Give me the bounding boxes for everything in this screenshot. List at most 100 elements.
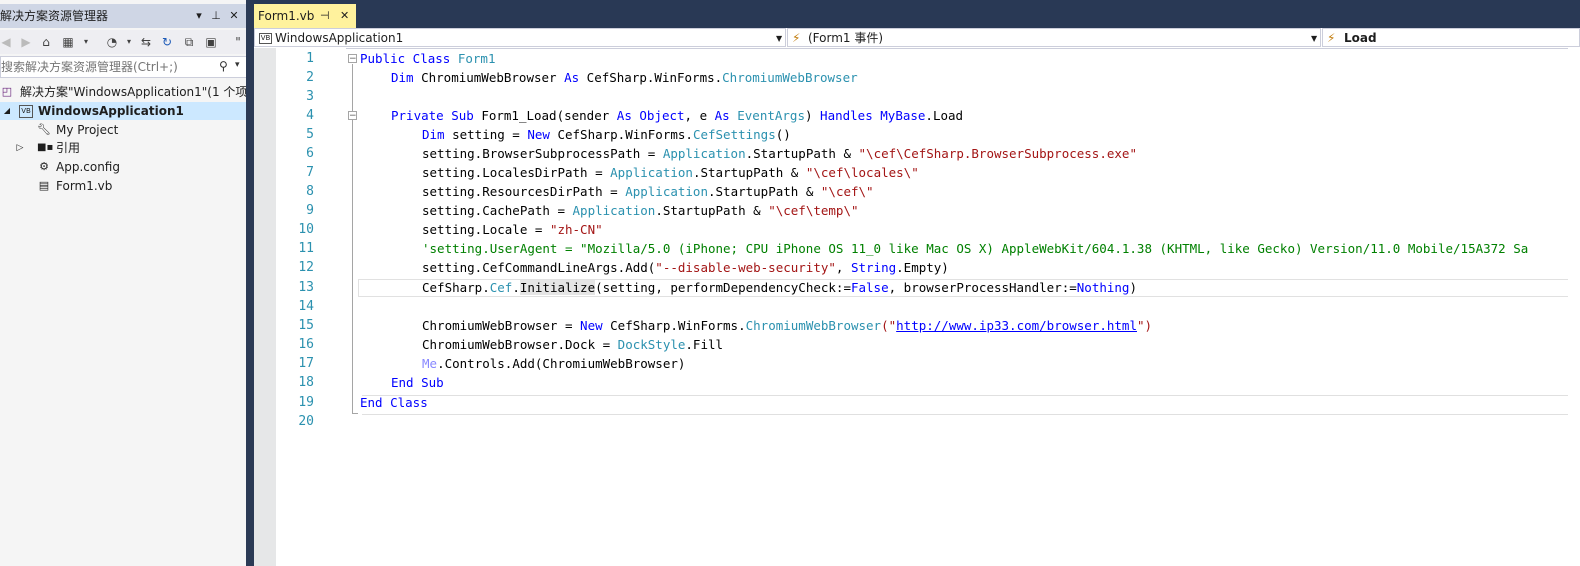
collapsed-arrow-icon[interactable]: ▷ xyxy=(13,141,27,155)
tree-item-form1[interactable]: ▤ Form1.vb xyxy=(0,177,247,195)
toolbar-overflow-icon[interactable]: " xyxy=(230,34,246,50)
line-number: 6 xyxy=(306,146,314,161)
code-token: CefSettings xyxy=(692,127,776,142)
tree-item-label: My Project xyxy=(56,123,119,137)
code-line-13[interactable]: CefSharp.Cef.Initialize(setting, perform… xyxy=(422,278,1137,297)
chevron-down-icon[interactable]: ▼ xyxy=(1311,29,1317,46)
editor-right-edge xyxy=(1568,48,1580,566)
home-icon[interactable]: ⌂ xyxy=(38,34,54,50)
solution-explorer-toolbar: ◀ ▶ ⌂ ▦ ▾ ◔ ▾ ⇆ ↻ ⧉ ▣ " xyxy=(0,30,247,54)
navigation-bar: VB WindowsApplication1 ▼ ⚡︎ (Form1 事件) ▼… xyxy=(254,28,1580,49)
solution-explorer-panel: 解决方案资源管理器 ▾ ⊥ ✕ ◀ ▶ ⌂ ▦ ▾ ◔ ▾ ⇆ ↻ ⧉ ▣ " … xyxy=(0,0,247,566)
search-input[interactable] xyxy=(1,57,211,77)
panel-pin-icon[interactable]: ⊥ xyxy=(209,8,223,24)
tab-label: Form1.vb xyxy=(258,9,315,23)
code-line-6[interactable]: setting.BrowserSubprocessPath = Applicat… xyxy=(422,144,1137,163)
code-line-10[interactable]: setting.Locale = "zh-CN" xyxy=(422,220,603,239)
line-number: 14 xyxy=(298,299,314,314)
show-all-files-icon[interactable]: ▣ xyxy=(203,34,219,50)
code-url-link[interactable]: http://www.ip33.com/browser.html xyxy=(896,318,1137,333)
code-line-7[interactable]: setting.LocalesDirPath = Application.Sta… xyxy=(422,163,919,182)
panel-dropdown-icon[interactable]: ▾ xyxy=(192,8,206,24)
code-line-1[interactable]: Public Class Form1 xyxy=(360,49,495,68)
solution-explorer-search-box[interactable]: ⚲ ▾ xyxy=(0,56,247,78)
panel-splitter[interactable] xyxy=(246,0,254,566)
code-line-17[interactable]: Me.Controls.Add(ChromiumWebBrowser) xyxy=(422,354,685,373)
code-token: Form1 xyxy=(457,51,496,66)
line-number: 12 xyxy=(298,260,314,275)
solution-explorer-title: 解决方案资源管理器 xyxy=(0,9,109,23)
code-token: Handles xyxy=(820,108,873,123)
filter-dropdown-icon[interactable]: ▾ xyxy=(121,34,137,50)
code-token: As xyxy=(616,108,632,123)
switch-views-dropdown-icon[interactable]: ▾ xyxy=(78,34,94,50)
code-token: Form1_Load(sender xyxy=(473,108,617,123)
code-token: setting = xyxy=(444,127,528,142)
code-line-5[interactable]: Dim setting = New CefSharp.WinForms.CefS… xyxy=(422,125,791,144)
code-token: End Sub xyxy=(391,375,444,390)
object-dropdown[interactable]: ⚡︎ (Form1 事件) ▼ xyxy=(787,28,1321,47)
code-line-16[interactable]: ChromiumWebBrowser.Dock = DockStyle.Fill xyxy=(422,335,723,354)
collapse-sub-icon[interactable]: − xyxy=(348,111,357,121)
document-tab-bar xyxy=(254,0,1580,28)
tree-item-app-config[interactable]: ⚙ App.config xyxy=(0,158,247,176)
project-dropdown[interactable]: VB WindowsApplication1 ▼ xyxy=(254,28,786,47)
code-token: As xyxy=(714,108,730,123)
code-line-8[interactable]: setting.ResourcesDirPath = Application.S… xyxy=(422,182,874,201)
code-line-18[interactable]: End Sub xyxy=(391,373,444,392)
code-line-12[interactable]: setting.CefCommandLineArgs.Add("--disabl… xyxy=(422,258,949,277)
member-dropdown[interactable]: ⚡︎ Load xyxy=(1322,28,1580,47)
class-separator xyxy=(362,414,1568,415)
code-token: "\cef\temp\" xyxy=(768,203,859,218)
code-line-11[interactable]: 'setting.UserAgent = "Mozilla/5.0 (iPhon… xyxy=(422,239,1568,258)
code-token: Application xyxy=(662,146,746,161)
forward-icon[interactable]: ▶ xyxy=(18,34,34,50)
panel-close-icon[interactable]: ✕ xyxy=(227,8,241,24)
collapse-class-icon[interactable]: − xyxy=(348,54,357,64)
back-icon[interactable]: ◀ xyxy=(0,34,14,50)
code-token: ChromiumWebBrowser xyxy=(413,70,565,85)
code-token: Object xyxy=(639,108,685,123)
tab-close-icon[interactable]: ✕ xyxy=(340,4,349,28)
tab-form1-vb[interactable]: Form1.vb ⊣ ✕ xyxy=(254,4,356,28)
line-number: 2 xyxy=(306,70,314,85)
tree-item-my-project[interactable]: 🔧︎ My Project xyxy=(0,121,247,139)
line-number: 19 xyxy=(298,395,314,410)
collapse-all-icon[interactable]: ⧉ xyxy=(181,34,197,50)
line-number: 11 xyxy=(298,241,314,256)
member-dropdown-value: Load xyxy=(1344,31,1377,45)
chevron-down-icon[interactable]: ▼ xyxy=(776,29,782,46)
switch-views-icon[interactable]: ▦ xyxy=(60,34,76,50)
tree-item-label: App.config xyxy=(56,160,120,174)
code-token: Dim xyxy=(422,127,445,142)
event-icon: ⚡︎ xyxy=(792,31,801,45)
code-line-4[interactable]: Private Sub Form1_Load(sender As Object,… xyxy=(391,106,963,125)
tree-item-references[interactable]: ▷ ■▪ 引用 xyxy=(0,139,247,157)
code-token: "\cef\CefSharp.BrowserSubprocess.exe" xyxy=(858,146,1137,161)
event-icon: ⚡︎ xyxy=(1327,31,1336,45)
refresh-icon[interactable]: ↻ xyxy=(159,34,175,50)
code-line-2[interactable]: Dim ChromiumWebBrowser As CefSharp.WinFo… xyxy=(391,68,858,87)
code-line-19[interactable]: End Class xyxy=(360,393,428,412)
expanded-arrow-icon[interactable]: ◢ xyxy=(0,104,14,118)
code-token: CefSharp.WinForms. xyxy=(579,70,723,85)
code-token: setting.CefCommandLineArgs.Add( xyxy=(422,260,656,275)
line-number: 1 xyxy=(306,51,314,66)
pending-changes-filter-icon[interactable]: ◔ xyxy=(104,34,120,50)
search-options-dropdown-icon[interactable]: ▾ xyxy=(235,60,240,70)
search-icon[interactable]: ⚲ xyxy=(219,59,228,73)
code-token: setting.LocalesDirPath = xyxy=(422,165,611,180)
config-file-icon: ⚙ xyxy=(39,160,49,173)
code-line-15[interactable]: ChromiumWebBrowser = New CefSharp.WinFor… xyxy=(422,316,1152,335)
code-token: Me xyxy=(422,356,438,371)
code-line-9[interactable]: setting.CachePath = Application.StartupP… xyxy=(422,201,859,220)
indicator-margin[interactable] xyxy=(254,48,276,566)
code-token: ChromiumWebBrowser.Dock = xyxy=(422,337,618,352)
code-token: .Fill xyxy=(685,337,724,352)
code-comment: 'setting.UserAgent = "Mozilla/5.0 (iPhon… xyxy=(422,241,1529,256)
sync-active-document-icon[interactable]: ⇆ xyxy=(138,34,154,50)
tree-item-project[interactable]: ◢ VB WindowsApplication1 xyxy=(0,102,247,120)
tree-item-solution[interactable]: ◰ 解决方案"WindowsApplication1"(1 个项目) xyxy=(0,83,247,101)
tree-item-label: WindowsApplication1 xyxy=(38,104,184,118)
tab-pin-icon[interactable]: ⊣ xyxy=(320,4,330,28)
